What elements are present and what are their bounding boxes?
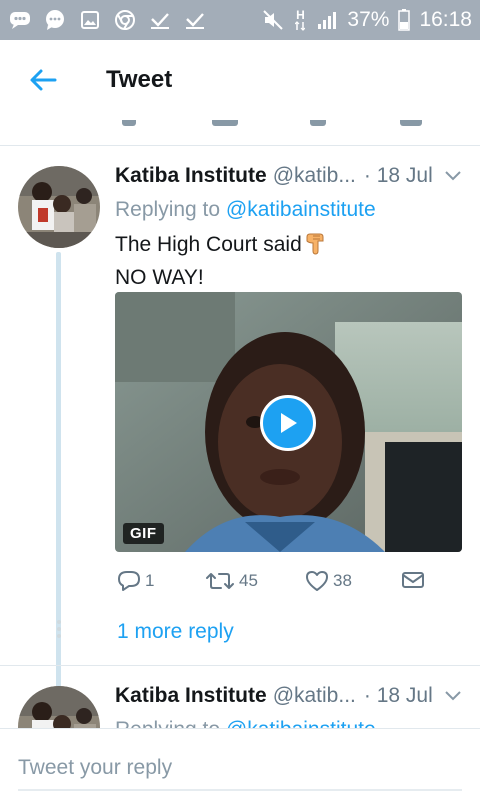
tweet[interactable]: Katiba Institute @katib... · 18 Jul Repl…	[0, 666, 480, 728]
network-type-label: H	[296, 8, 305, 22]
envelope-icon	[402, 572, 424, 588]
more-replies-link[interactable]: 1 more reply	[117, 620, 234, 644]
replying-to: Replying to @katibainstitute	[115, 718, 376, 728]
thread-dots	[55, 620, 63, 642]
tweet-menu-button[interactable]	[441, 684, 465, 708]
replying-to-label: Replying to	[115, 718, 220, 728]
replying-to: Replying to @katibainstitute	[115, 198, 376, 222]
chevron-down-icon	[445, 691, 461, 701]
download-done-icon	[183, 8, 207, 32]
retweet-icon	[206, 573, 234, 589]
thread-line	[56, 252, 61, 722]
reply-input[interactable]	[18, 747, 462, 791]
battery-percent: 37%	[347, 8, 390, 31]
reply-icon	[118, 571, 140, 591]
tweet-header: Katiba Institute @katib... · 18 Jul	[115, 164, 465, 188]
share-icon	[400, 120, 422, 126]
play-icon	[281, 413, 297, 433]
author-handle[interactable]: @katib...	[273, 684, 356, 708]
author-name[interactable]: Katiba Institute	[115, 684, 267, 708]
chevron-down-icon	[445, 171, 461, 181]
tweet-date: · 18 Jul	[363, 684, 433, 707]
tweet-menu-button[interactable]	[441, 164, 465, 188]
status-bar: H 37% 16:18	[0, 0, 480, 40]
battery-icon	[397, 8, 411, 32]
direct-message-button[interactable]	[401, 570, 425, 590]
retweet-count: 45	[239, 571, 258, 590]
like-button[interactable]: 38	[305, 570, 352, 592]
tweet-text: The High Court said NO WAY!	[115, 230, 455, 292]
gallery-icon	[78, 8, 102, 32]
replying-to-label: Replying to	[115, 198, 221, 221]
pointing-down-hand-icon	[304, 231, 328, 263]
clock: 16:18	[419, 8, 472, 31]
reply-icon	[122, 120, 136, 126]
tweet-actions: 1 45 38	[115, 570, 435, 598]
reply-button[interactable]: 1	[117, 570, 154, 592]
retweet-icon	[212, 120, 238, 126]
previous-tweet-actions	[0, 120, 480, 128]
tweet-text-line2: NO WAY!	[115, 266, 204, 289]
notification-icons	[8, 8, 207, 32]
reply-count: 1	[145, 571, 155, 590]
network-type-icon: H	[293, 8, 307, 32]
heart-icon	[306, 571, 328, 591]
avatar[interactable]	[18, 686, 100, 728]
page-title: Tweet	[106, 66, 173, 93]
tweet-date: · 18 Jul	[363, 164, 433, 187]
replying-to-link[interactable]: @katibainstitute	[226, 718, 376, 728]
chat-icon	[43, 8, 67, 32]
system-icons: H 37% 16:18	[261, 8, 472, 32]
back-arrow-icon	[30, 69, 57, 91]
back-button[interactable]	[14, 50, 72, 110]
divider	[0, 145, 480, 146]
tweet-text-line1: The High Court said	[115, 233, 302, 256]
app-bar: Tweet	[0, 40, 480, 120]
like-icon	[310, 120, 326, 126]
download-done-icon	[148, 8, 172, 32]
play-button[interactable]	[260, 395, 316, 451]
mute-icon	[261, 8, 285, 32]
sms-icon	[8, 8, 32, 32]
replying-to-link[interactable]: @katibainstitute	[226, 198, 376, 221]
avatar[interactable]	[18, 166, 100, 248]
signal-icon	[315, 8, 339, 32]
tweet-header: Katiba Institute @katib... · 18 Jul	[115, 684, 465, 708]
gif-badge: GIF	[123, 523, 164, 544]
author-handle[interactable]: @katib...	[273, 164, 356, 188]
like-count: 38	[333, 571, 352, 590]
author-name[interactable]: Katiba Institute	[115, 164, 267, 188]
reply-composer	[0, 728, 480, 800]
chrome-icon	[113, 8, 137, 32]
retweet-button[interactable]: 45	[205, 570, 258, 592]
gif-media[interactable]: GIF	[115, 292, 462, 552]
